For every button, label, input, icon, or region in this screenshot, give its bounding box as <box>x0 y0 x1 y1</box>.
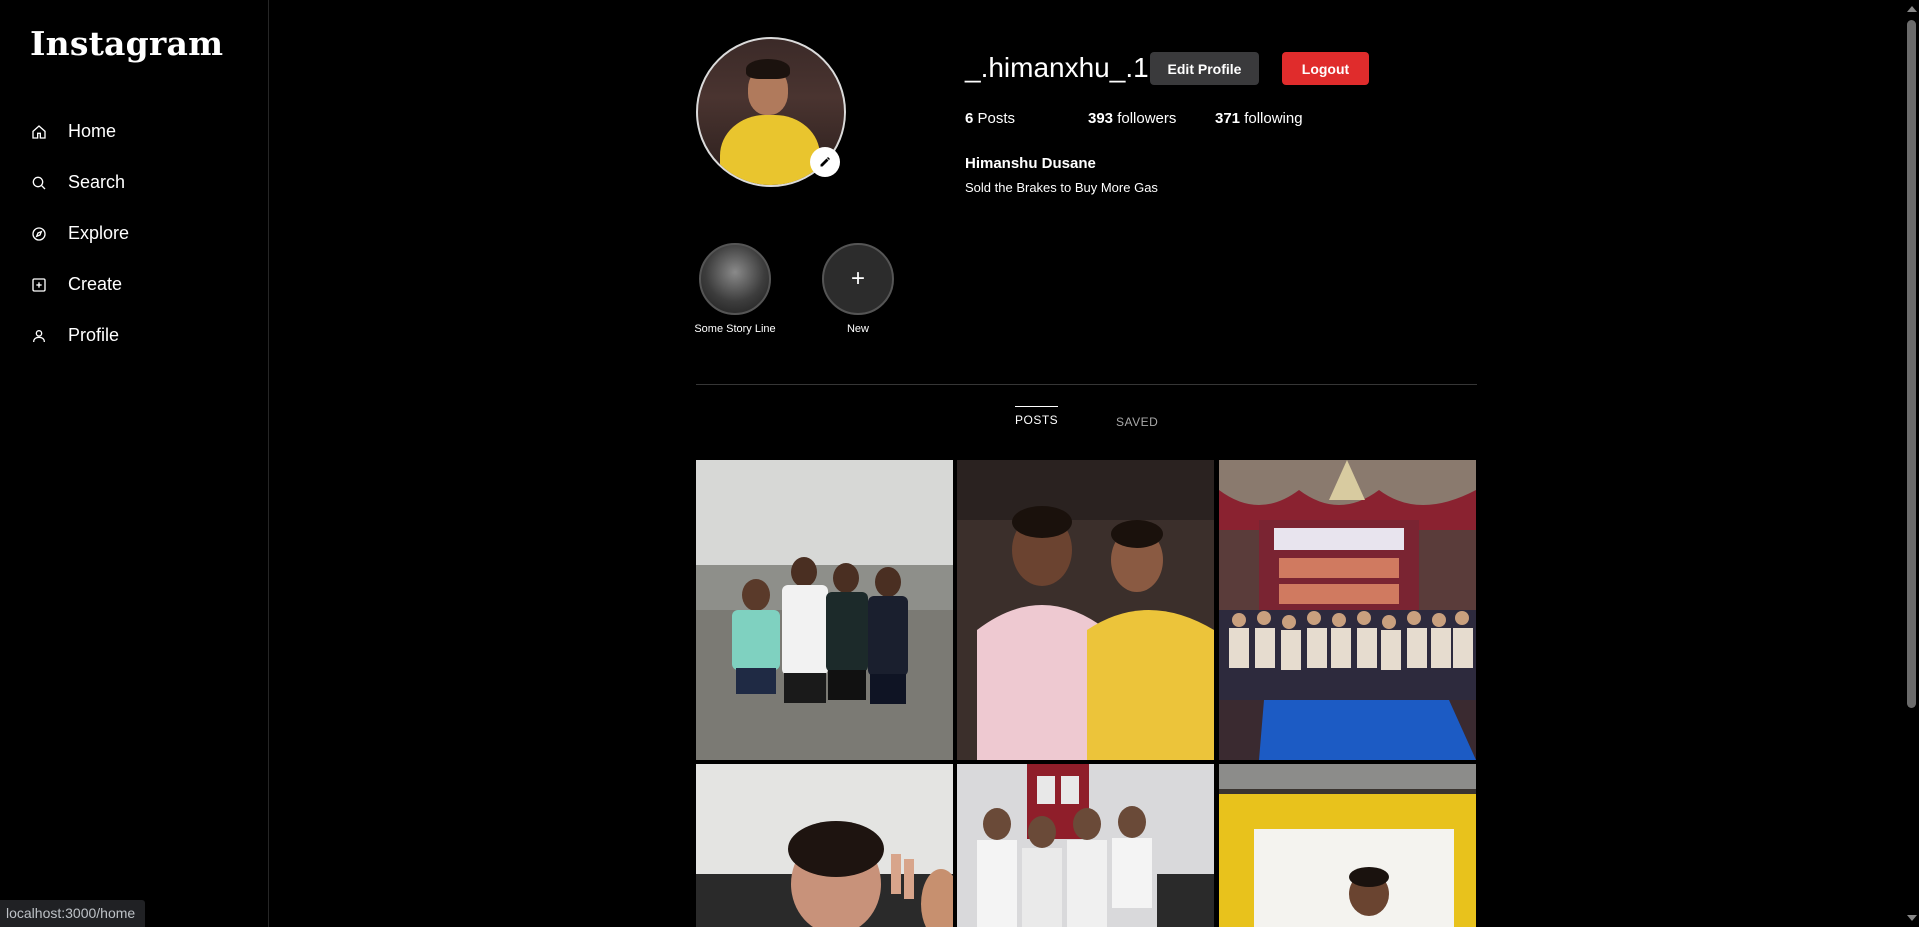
nav-item-home[interactable]: Home <box>30 106 129 157</box>
following-count: 371 <box>1215 110 1241 127</box>
followers-label: followers <box>1117 110 1177 127</box>
profile-bio: Sold the Brakes to Buy More Gas <box>965 180 1158 195</box>
edit-avatar-button[interactable] <box>810 147 840 177</box>
scroll-up-icon[interactable] <box>1907 6 1917 12</box>
post-thumbnail[interactable] <box>696 764 953 927</box>
post-thumbnail[interactable] <box>957 460 1214 760</box>
profile-picture-container <box>696 37 846 187</box>
compass-icon <box>30 225 48 243</box>
nav-item-label: Profile <box>68 325 120 345</box>
page-scrollbar[interactable] <box>1904 0 1919 927</box>
plus-icon[interactable]: + <box>822 243 894 315</box>
post-thumbnail[interactable] <box>1219 460 1476 760</box>
tab-saved[interactable]: SAVED <box>1116 409 1158 429</box>
nav-item-label: Explore <box>68 223 130 243</box>
user-icon <box>30 327 48 345</box>
logout-button[interactable]: Logout <box>1282 52 1369 85</box>
home-icon <box>30 123 48 141</box>
scrollbar-thumb[interactable] <box>1907 20 1916 708</box>
status-bar-url: localhost:3000/home <box>0 900 146 927</box>
nav-item-explore[interactable]: Explore <box>30 208 129 259</box>
app-logo[interactable]: Instagram <box>30 24 223 63</box>
nav-item-create[interactable]: Create <box>30 259 129 310</box>
followers-stat[interactable]: 393 followers <box>1088 110 1176 127</box>
posts-count: 6 <box>965 110 974 127</box>
nav-item-label: Create <box>68 274 123 294</box>
search-icon <box>30 174 48 192</box>
plus-square-icon <box>30 276 48 294</box>
section-divider <box>696 384 1477 385</box>
posts-stat: 6 Posts <box>965 110 1015 127</box>
scroll-down-icon[interactable] <box>1907 915 1917 921</box>
nav-item-search[interactable]: Search <box>30 157 129 208</box>
post-thumbnail[interactable] <box>1219 764 1476 927</box>
highlight-thumbnail[interactable] <box>699 243 771 315</box>
posts-label: Posts <box>977 110 1016 127</box>
followers-count: 393 <box>1088 110 1114 127</box>
pencil-icon <box>820 157 830 167</box>
profile-full-name: Himanshu Dusane <box>965 155 1096 172</box>
post-thumbnail[interactable] <box>696 460 953 760</box>
story-highlight[interactable]: Some Story Line <box>690 243 780 335</box>
sidebar: Instagram Home Search Explore Create Pro… <box>0 0 269 927</box>
nav-item-label: Home <box>68 121 117 141</box>
following-stat[interactable]: 371 following <box>1215 110 1303 127</box>
nav-menu: Home Search Explore Create Profile <box>30 106 129 361</box>
profile-username: _.himanxhu_.1 <box>965 52 1149 83</box>
new-highlight[interactable]: + New <box>813 243 903 335</box>
tab-posts[interactable]: POSTS <box>1015 406 1059 427</box>
highlight-label: New <box>846 323 869 335</box>
nav-item-label: Search <box>68 172 126 192</box>
post-thumbnail[interactable] <box>957 764 1214 927</box>
highlight-label: Some Story Line <box>694 323 776 335</box>
edit-profile-button[interactable]: Edit Profile <box>1150 52 1259 85</box>
following-label: following <box>1244 110 1303 127</box>
nav-item-profile[interactable]: Profile <box>30 310 129 361</box>
